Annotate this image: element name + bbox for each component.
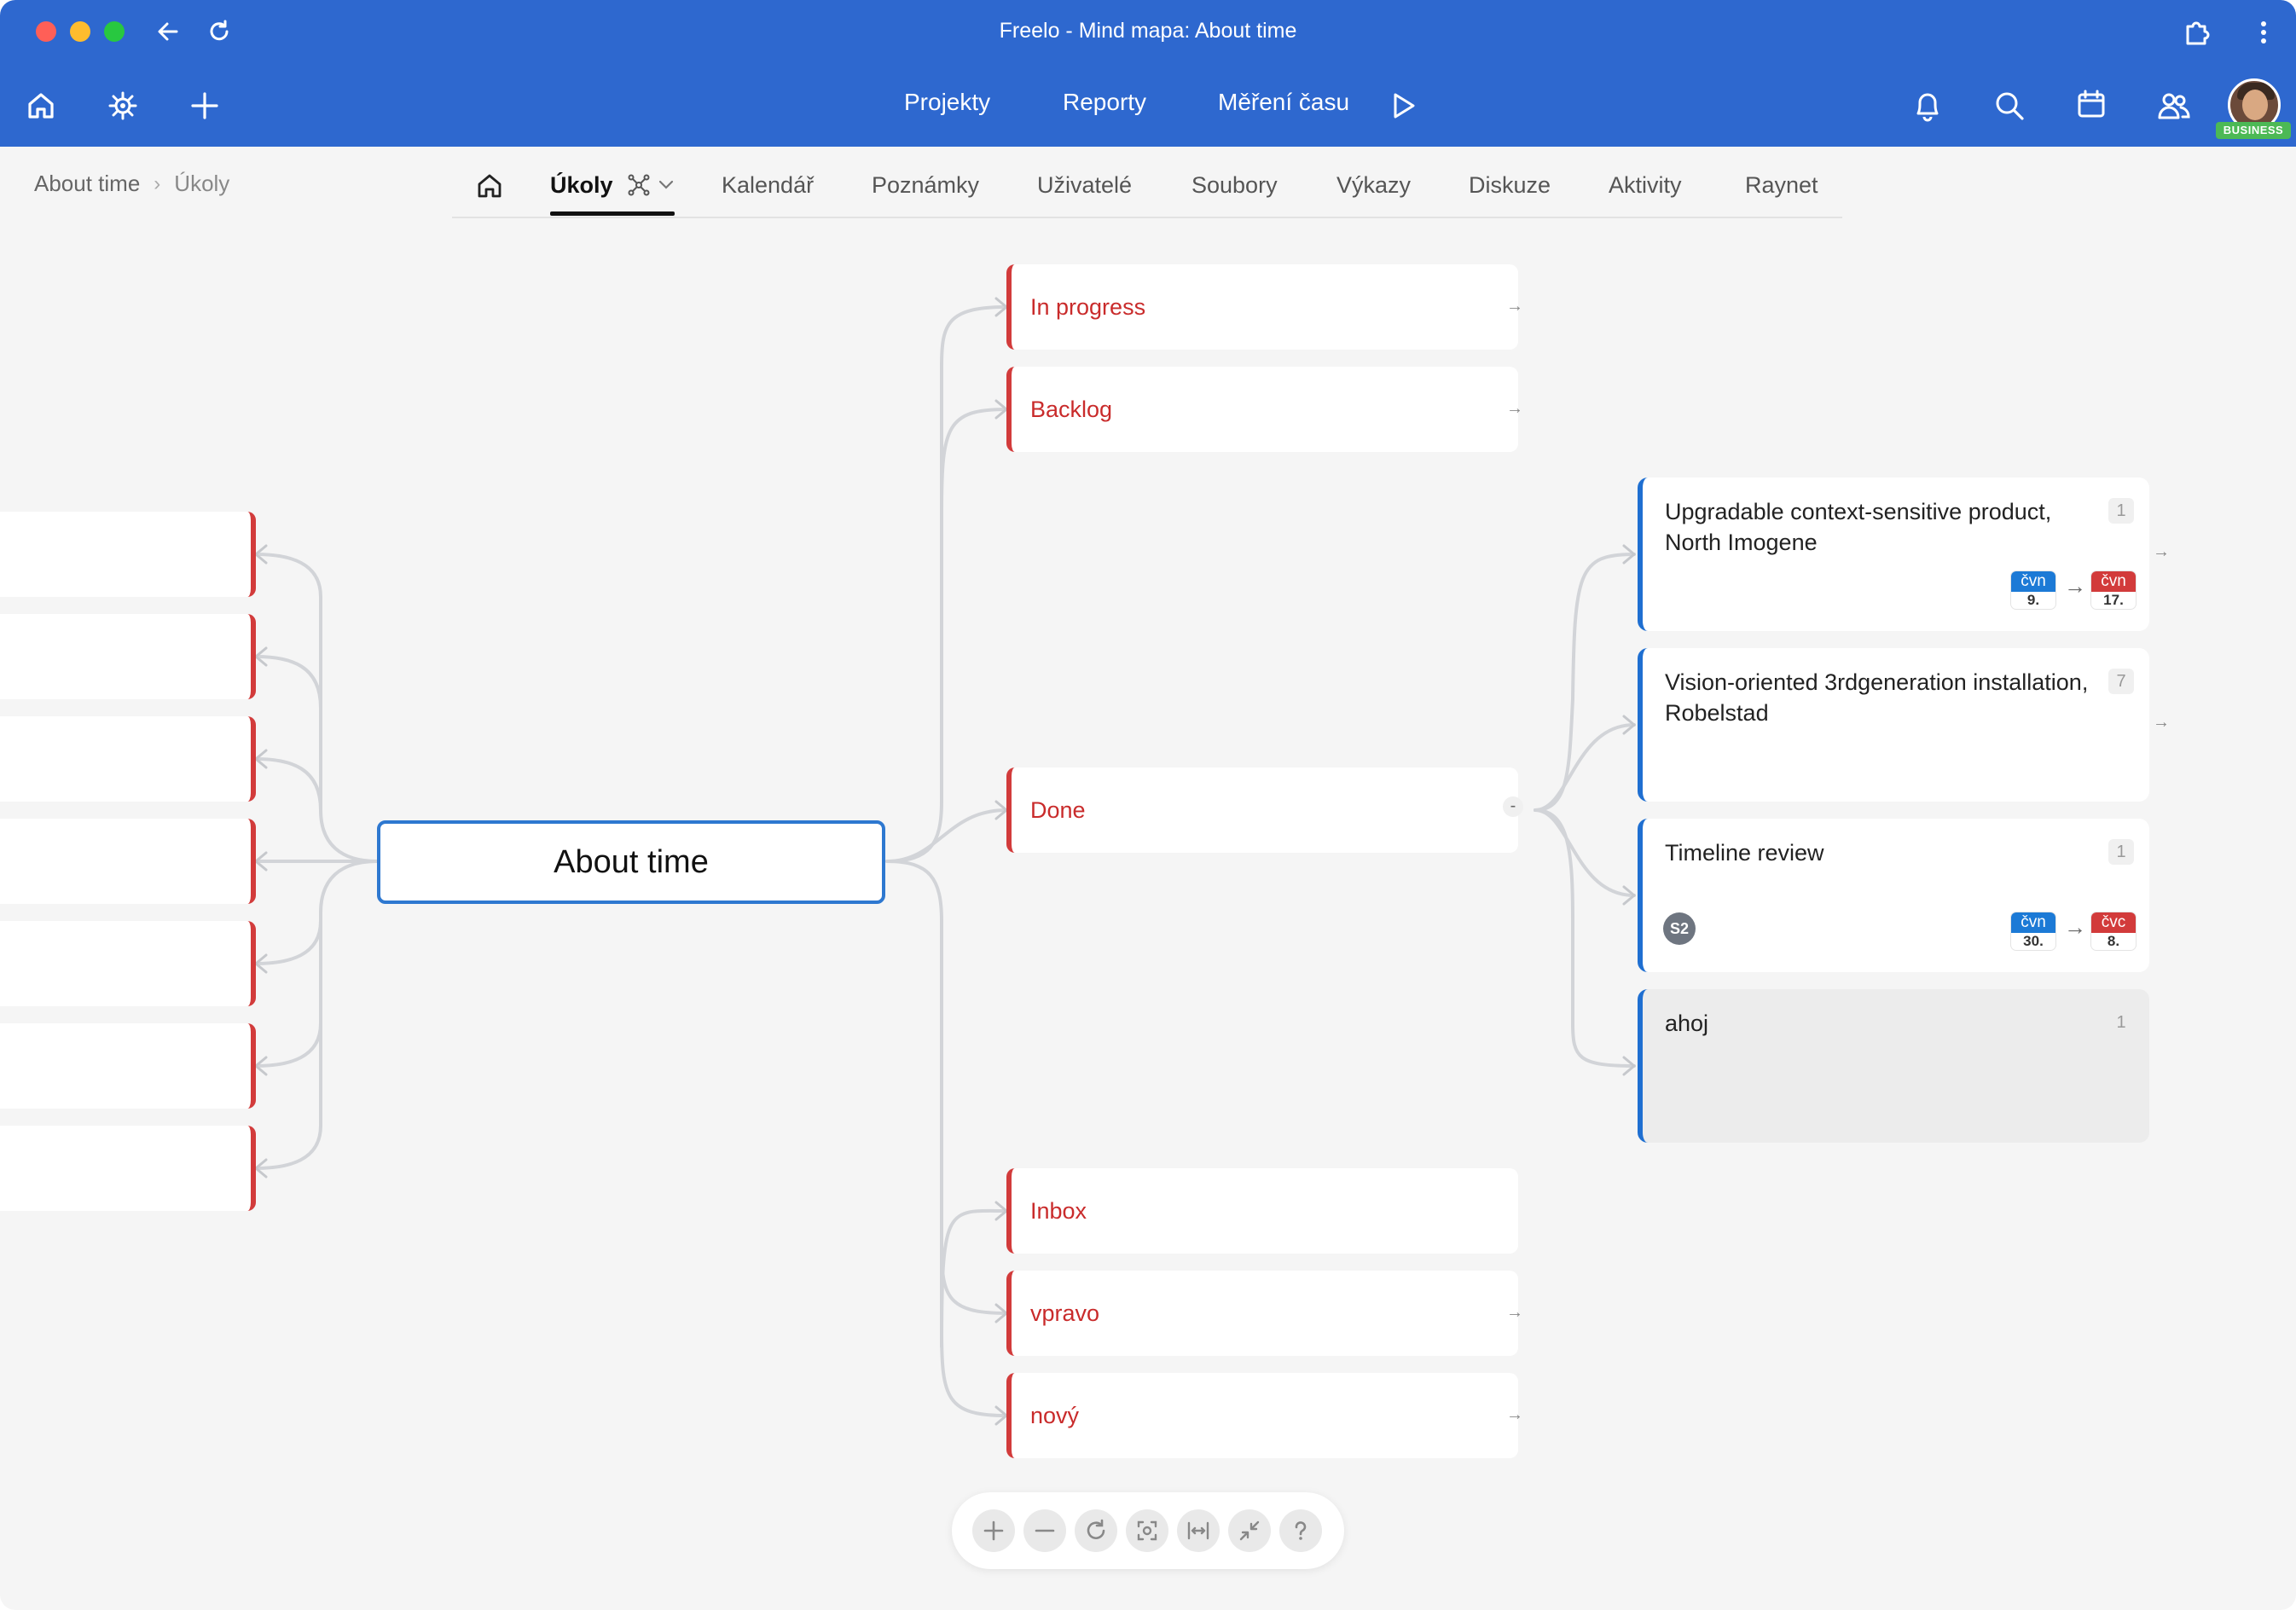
end-date-badge: čvc 8. [2091,912,2136,950]
question-icon [1295,1521,1307,1540]
task-card[interactable]: Vision-oriented 3rdgeneration installati… [1638,648,2170,802]
column-node-in-progress[interactable]: In progress → [1006,264,1523,350]
fit-width-button[interactable] [1177,1509,1220,1552]
column-label: vpravo [1030,1300,1100,1326]
expand-arrow-icon[interactable]: → [1506,297,1523,316]
column-label: Done [1030,797,1086,823]
start-date-month: čvn [2011,571,2055,592]
start-date-month: čvn [2011,912,2055,933]
column-node-vpravo[interactable]: vpravo → [1006,1271,1523,1356]
column-label: Backlog [1030,397,1113,422]
task-count-badge: 1 [2116,1013,2126,1032]
mindmap-node-left[interactable] [0,1023,256,1109]
date-range-arrow-icon: → [2064,573,2086,599]
column-label: Inbox [1030,1198,1087,1224]
column-label: In progress [1030,294,1146,320]
column-node-inbox[interactable]: Inbox [1006,1168,1518,1254]
reset-view-button[interactable] [1075,1509,1117,1552]
task-card[interactable]: Upgradable context-sensitive product, No… [1638,478,2170,631]
mindmap-node-left[interactable] [0,716,256,802]
column-node-done[interactable]: Done - [1006,767,1523,853]
assignee-avatar[interactable]: S2 [1663,912,1696,945]
task-card[interactable]: Timeline review 1 S2 čvn 30. → čvc 8. [1638,819,2149,972]
task-count-badge: 7 [2108,669,2134,694]
expand-arrow-icon[interactable]: → [1506,399,1523,419]
expand-arrow-icon[interactable]: → [2153,713,2170,733]
mindmap-toolbar [952,1492,1344,1569]
mindmap-node-left[interactable] [0,614,256,699]
plus-icon [983,1520,1004,1541]
end-date-month: čvc [2091,912,2136,933]
refresh-icon [1087,1519,1105,1539]
mindmap-node-left[interactable] [0,921,256,1006]
collapse-toggle[interactable]: - [1503,796,1523,817]
task-title: Upgradable context-sensitive product, No… [1665,499,2052,555]
expand-arrow-icon[interactable]: → [1506,1405,1523,1425]
minimize-arrows-icon [1239,1520,1260,1541]
task-card[interactable]: ahoj 1 [1638,989,2149,1143]
end-date-badge: čvn 17. [2091,571,2136,609]
start-date-badge: čvn 30. [2011,912,2055,950]
mindmap-node-left[interactable] [0,512,256,597]
mindmap-node-left[interactable] [0,819,256,904]
task-title: Timeline review [1665,840,1824,866]
focus-icon [1137,1520,1157,1541]
zoom-out-button[interactable] [1023,1509,1066,1552]
mindmap-node-left[interactable] [0,1126,256,1211]
column-node-backlog[interactable]: Backlog → [1006,367,1523,452]
start-date-day: 9. [2026,592,2040,608]
app-window: Freelo - Mind mapa: About time Projekty … [0,0,2296,1610]
end-date-day: 17. [2103,592,2124,608]
date-range-arrow-icon: → [2064,914,2086,940]
end-date-month: čvn [2091,571,2136,592]
mindmap-root-node[interactable]: About time [377,820,885,904]
expand-arrow-icon[interactable]: → [1506,1303,1523,1323]
center-view-button[interactable] [1126,1509,1168,1552]
collapse-all-button[interactable] [1228,1509,1271,1552]
zoom-in-button[interactable] [972,1509,1015,1552]
start-date-badge: čvn 9. [2011,571,2055,609]
column-node-novy[interactable]: nový → [1006,1373,1523,1458]
task-title: ahoj [1665,1011,1709,1036]
start-date-day: 30. [2023,933,2044,949]
help-button[interactable] [1279,1509,1322,1552]
end-date-day: 8. [2107,933,2120,949]
minus-icon [1035,1529,1055,1532]
task-count-badge: 1 [2108,498,2134,524]
task-count-badge: 1 [2108,839,2134,865]
expand-arrow-icon[interactable]: → [2153,542,2170,562]
fit-width-icon [1187,1521,1209,1540]
column-label: nový [1030,1403,1080,1428]
task-title: Vision-oriented 3rdgeneration installati… [1665,669,2089,726]
